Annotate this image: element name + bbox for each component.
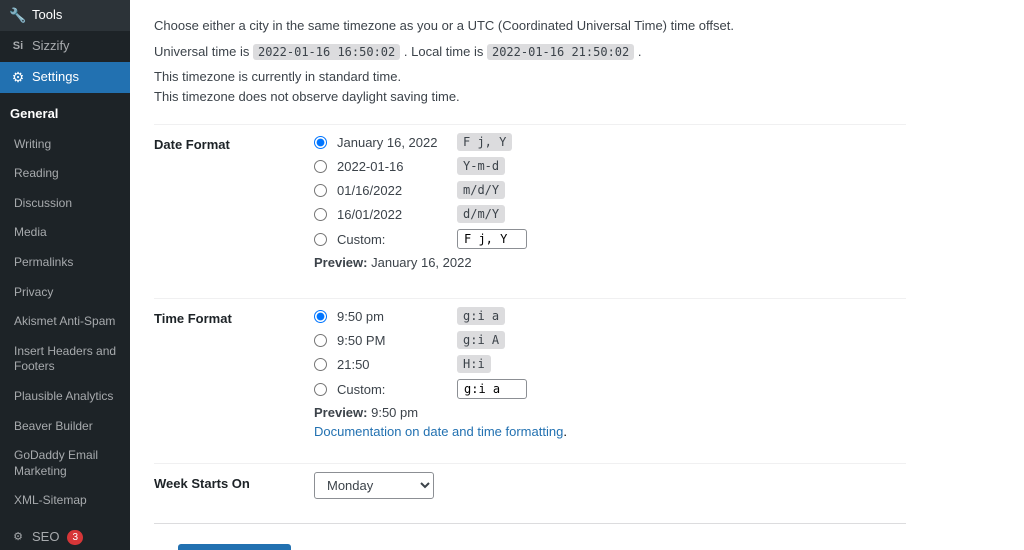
settings-icon: ⚙ [10, 69, 26, 85]
date-format-label: Date Format [154, 133, 314, 152]
sidebar-item-sizzify[interactable]: Si Sizzify [0, 31, 130, 62]
date-format-radio-1[interactable] [314, 160, 327, 173]
time-format-radio-0[interactable] [314, 310, 327, 323]
time-format-custom-label: Custom: [337, 382, 447, 397]
time-preview: Preview: 9:50 pm [314, 405, 906, 420]
time-format-label-1: 9:50 PM [337, 333, 447, 348]
sidebar-item-seo[interactable]: ⚙ SEO 3 [0, 522, 130, 550]
time-info: Universal time is 2022-01-16 16:50:02 . … [154, 44, 906, 59]
sidebar-item-tools[interactable]: 🔧 Tools [0, 0, 130, 31]
date-format-option-2: 01/16/2022 m/d/Y [314, 181, 906, 199]
time-format-badge-0: g:i a [457, 307, 505, 325]
sidebar-item-godaddy[interactable]: GoDaddy Email Marketing [0, 441, 130, 486]
time-format-label-2: 21:50 [337, 357, 447, 372]
seo-badge: 3 [67, 530, 83, 545]
date-format-control: January 16, 2022 F j, Y 2022-01-16 Y-m-d… [314, 133, 906, 274]
date-format-label-3: 16/01/2022 [337, 207, 447, 222]
date-format-custom-label: Custom: [337, 232, 447, 247]
date-format-custom-row: Custom: [314, 229, 906, 249]
date-format-radio-2[interactable] [314, 184, 327, 197]
time-format-badge-2: H:i [457, 355, 491, 373]
date-format-row: Date Format January 16, 2022 F j, Y 2022… [154, 124, 906, 274]
date-format-badge-0: F j, Y [457, 133, 512, 151]
time-format-label: Time Format [154, 307, 314, 326]
date-preview: Preview: January 16, 2022 [314, 255, 906, 270]
week-starts-select[interactable]: Monday Tuesday Wednesday Thursday Friday… [314, 472, 434, 499]
bottom-bar: Save Changes [154, 523, 906, 550]
time-format-control: 9:50 pm g:i a 9:50 PM g:i A 21:50 H:i Cu… [314, 307, 906, 439]
date-format-option-0: January 16, 2022 F j, Y [314, 133, 906, 151]
time-format-radio-1[interactable] [314, 334, 327, 347]
seo-icon: ⚙ [10, 529, 26, 545]
date-format-badge-3: d/m/Y [457, 205, 505, 223]
date-format-radio-3[interactable] [314, 208, 327, 221]
date-format-radio-0[interactable] [314, 136, 327, 149]
local-time-value: 2022-01-16 21:50:02 [487, 44, 634, 60]
time-format-row: Time Format 9:50 pm g:i a 9:50 PM g:i A … [154, 298, 906, 439]
date-format-label-1: 2022-01-16 [337, 159, 447, 174]
date-format-custom-input[interactable] [457, 229, 527, 249]
sidebar-item-beaver[interactable]: Beaver Builder [0, 412, 130, 442]
sidebar-item-permalinks[interactable]: Permalinks [0, 248, 130, 278]
sidebar-item-privacy[interactable]: Privacy [0, 278, 130, 308]
sizzify-icon: Si [10, 38, 26, 54]
week-starts-row: Week Starts On Monday Tuesday Wednesday … [154, 463, 906, 499]
tools-icon: 🔧 [10, 7, 26, 23]
date-format-label-0: January 16, 2022 [337, 135, 447, 150]
time-format-radio-2[interactable] [314, 358, 327, 371]
date-format-option-3: 16/01/2022 d/m/Y [314, 205, 906, 223]
sidebar-item-settings[interactable]: ⚙ Settings [0, 62, 130, 93]
date-format-radio-custom[interactable] [314, 233, 327, 246]
time-format-custom-row: Custom: [314, 379, 906, 399]
main-content: Choose either a city in the same timezon… [130, 0, 1024, 550]
sidebar-item-media[interactable]: Media [0, 218, 130, 248]
sidebar-item-plausible[interactable]: Plausible Analytics [0, 382, 130, 412]
time-format-custom-input[interactable] [457, 379, 527, 399]
sidebar-item-insert-headers[interactable]: Insert Headers and Footers [0, 337, 130, 382]
sidebar-item-writing[interactable]: Writing [0, 130, 130, 160]
time-format-option-0: 9:50 pm g:i a [314, 307, 906, 325]
doc-link[interactable]: Documentation on date and time formattin… [314, 424, 563, 439]
timezone-desc: Choose either a city in the same timezon… [154, 16, 906, 36]
date-format-badge-1: Y-m-d [457, 157, 505, 175]
sidebar-item-xml-sitemap[interactable]: XML-Sitemap [0, 486, 130, 516]
sidebar-item-general[interactable]: General [0, 99, 130, 130]
sidebar: 🔧 Tools Si Sizzify ⚙ Settings General Wr… [0, 0, 130, 550]
time-format-label-0: 9:50 pm [337, 309, 447, 324]
week-starts-control: Monday Tuesday Wednesday Thursday Friday… [314, 472, 906, 499]
sidebar-item-akismet[interactable]: Akismet Anti-Spam [0, 307, 130, 337]
time-format-option-2: 21:50 H:i [314, 355, 906, 373]
date-format-badge-2: m/d/Y [457, 181, 505, 199]
universal-time-value: 2022-01-16 16:50:02 [253, 44, 400, 60]
week-starts-label: Week Starts On [154, 472, 314, 491]
date-format-label-2: 01/16/2022 [337, 183, 447, 198]
sidebar-item-reading[interactable]: Reading [0, 159, 130, 189]
date-format-option-1: 2022-01-16 Y-m-d [314, 157, 906, 175]
sidebar-item-discussion[interactable]: Discussion [0, 189, 130, 219]
time-format-badge-1: g:i A [457, 331, 505, 349]
save-changes-button[interactable]: Save Changes [178, 544, 291, 550]
time-format-option-1: 9:50 PM g:i A [314, 331, 906, 349]
tz-info: This timezone is currently in standard t… [154, 67, 906, 109]
time-format-radio-custom[interactable] [314, 383, 327, 396]
